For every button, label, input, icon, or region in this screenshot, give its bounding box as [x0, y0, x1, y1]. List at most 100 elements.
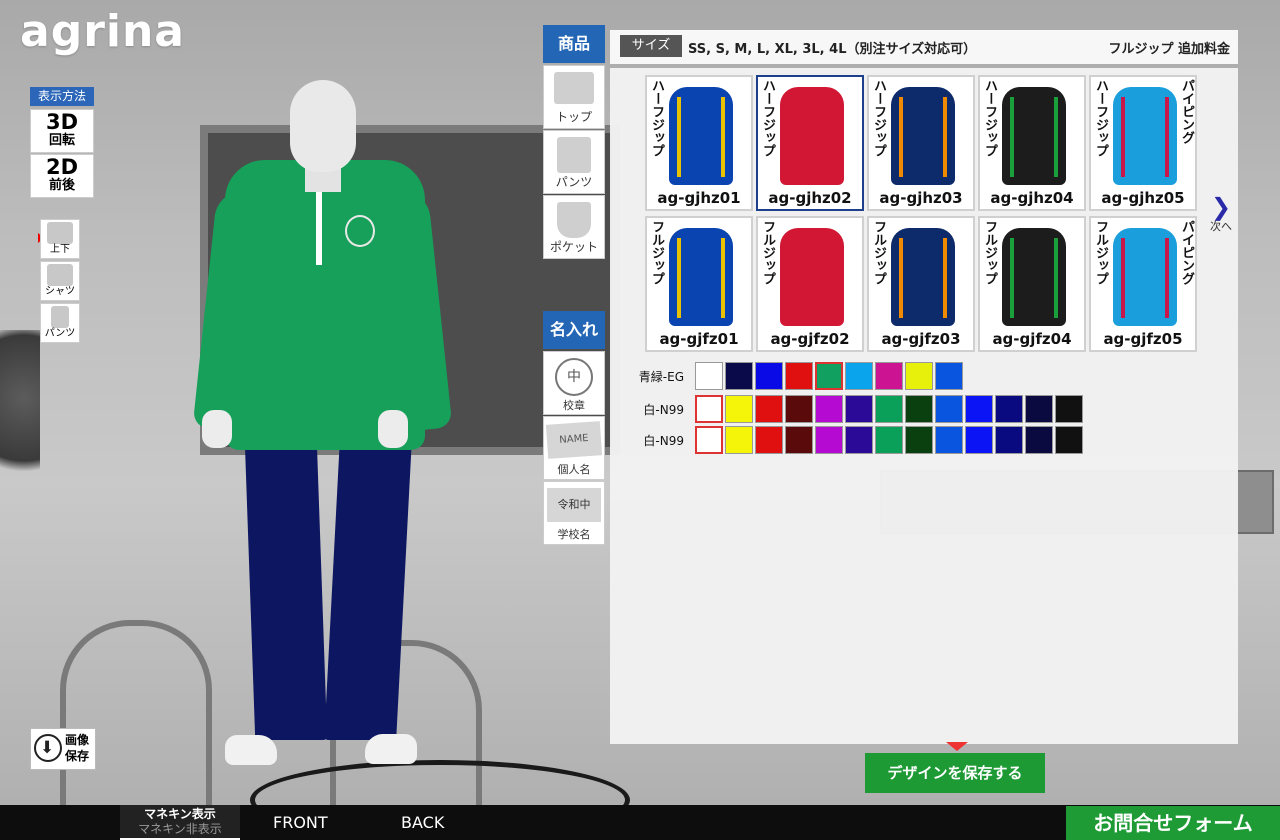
stripe — [832, 97, 836, 177]
color-swatch[interactable] — [815, 362, 843, 390]
color-swatch[interactable] — [695, 426, 723, 454]
piping-label: パイピング — [1179, 220, 1194, 285]
color-swatch[interactable] — [935, 362, 963, 390]
color-swatch[interactable] — [875, 395, 903, 423]
product-code: ag-gjhz01 — [657, 189, 741, 207]
mannequin-hide-label[interactable]: マネキン非表示 — [120, 822, 240, 836]
display-mode-heading: 表示方法 — [30, 87, 94, 106]
mannequin-3d-view[interactable] — [120, 70, 630, 840]
contact-form-button[interactable]: お問合せフォーム — [1066, 806, 1280, 840]
color-swatch[interactable] — [815, 426, 843, 454]
save-image-button[interactable]: 画像 保存 — [30, 728, 96, 770]
color-swatch[interactable] — [845, 362, 873, 390]
color-swatch[interactable] — [815, 395, 843, 423]
color-swatch[interactable] — [935, 395, 963, 423]
product-card[interactable]: ハーフジップ ag-gjhz04 — [978, 75, 1086, 211]
stripe — [677, 238, 681, 318]
view-pants-button[interactable]: パンツ — [40, 303, 80, 343]
product-card[interactable]: フルジップ ag-gjfz03 — [867, 216, 975, 352]
zip-type-label: ハーフジップ — [982, 79, 997, 157]
color-row: 白-N99 — [640, 426, 1086, 456]
color-swatch[interactable] — [1025, 426, 1053, 454]
view-top-bottom-button[interactable]: 上下 — [40, 219, 80, 259]
color-swatch[interactable] — [875, 362, 903, 390]
zip-type-label: フルジップ — [760, 220, 775, 285]
view-label: 上下 — [50, 244, 70, 255]
save-design-button[interactable]: デザインを保存する — [865, 753, 1045, 793]
color-swatch[interactable] — [965, 395, 993, 423]
zip-type-label: フルジップ — [1093, 220, 1108, 285]
mode-2d-front-back-button[interactable]: 2D 前後 — [30, 154, 94, 198]
color-swatch[interactable] — [755, 395, 783, 423]
color-swatch[interactable] — [905, 395, 933, 423]
zip-type-label: フルジップ — [871, 220, 886, 285]
product-card[interactable]: フルジップ ag-gjfz01 — [645, 216, 753, 352]
color-swatch[interactable] — [995, 426, 1023, 454]
color-swatch[interactable] — [755, 362, 783, 390]
stripe — [943, 97, 947, 177]
stripe — [677, 97, 681, 177]
product-pocket-button[interactable]: ポケット — [543, 195, 605, 259]
product-card[interactable]: ハーフジップ パイピング ag-gjhz05 — [1089, 75, 1197, 211]
mode-3d-label: 3D — [45, 110, 79, 134]
color-swatch[interactable] — [875, 426, 903, 454]
product-card[interactable]: ハーフジップ ag-gjhz03 — [867, 75, 975, 211]
product-card[interactable]: ハーフジップ ag-gjhz02 — [756, 75, 864, 211]
color-swatch[interactable] — [725, 395, 753, 423]
stripe — [721, 238, 725, 318]
stripe — [1054, 238, 1058, 318]
color-swatch[interactable] — [695, 362, 723, 390]
stripe — [788, 238, 792, 318]
next-page-button[interactable]: ❯ 次へ — [1204, 193, 1238, 236]
color-swatch[interactable] — [785, 362, 813, 390]
product-card[interactable]: ハーフジップ ag-gjhz01 — [645, 75, 753, 211]
top-icon — [554, 72, 594, 104]
color-swatch[interactable] — [845, 426, 873, 454]
jacket-thumbnail — [1113, 87, 1177, 185]
view-shirt-button[interactable]: シャツ — [40, 261, 80, 301]
color-swatch[interactable] — [725, 426, 753, 454]
color-swatch[interactable] — [1055, 395, 1083, 423]
stripe — [943, 238, 947, 318]
color-swatch[interactable] — [995, 395, 1023, 423]
personal-name-button[interactable]: NAME 個人名 — [543, 416, 605, 480]
front-view-button[interactable]: FRONT — [273, 805, 328, 840]
zip-type-label: フルジップ — [649, 220, 664, 285]
stripe — [721, 97, 725, 177]
school-name-button[interactable]: 令和中 学校名 — [543, 481, 605, 545]
jacket-thumbnail — [891, 87, 955, 185]
color-swatch[interactable] — [935, 426, 963, 454]
mannequin-show-label[interactable]: マネキン表示 — [120, 807, 240, 822]
color-swatch[interactable] — [905, 426, 933, 454]
product-code: ag-gjfz01 — [659, 330, 739, 348]
pointer-icon — [946, 742, 968, 751]
school-emblem-button[interactable]: 中 校章 — [543, 351, 605, 415]
color-swatch[interactable] — [905, 362, 933, 390]
chevron-right-icon: ❯ — [1210, 193, 1232, 221]
color-swatch[interactable] — [755, 426, 783, 454]
product-top-button[interactable]: トップ — [543, 65, 605, 129]
color-swatch[interactable] — [965, 426, 993, 454]
color-swatch[interactable] — [785, 395, 813, 423]
mode-3d-rotate-button[interactable]: 3D 回転 — [30, 109, 94, 153]
product-card[interactable]: フルジップ パイピング ag-gjfz05 — [1089, 216, 1197, 352]
product-card[interactable]: フルジップ ag-gjfz02 — [756, 216, 864, 352]
product-label: トップ — [555, 110, 592, 124]
color-swatch[interactable] — [785, 426, 813, 454]
product-pants-button[interactable]: パンツ — [543, 130, 605, 194]
stripe — [899, 238, 903, 318]
color-row-label: 白-N99 — [643, 434, 684, 448]
color-swatch[interactable] — [1055, 426, 1083, 454]
color-swatch[interactable] — [1025, 395, 1053, 423]
color-swatch[interactable] — [725, 362, 753, 390]
color-swatch[interactable] — [695, 395, 723, 423]
emblem-print — [345, 215, 375, 247]
mannequin-head — [290, 80, 356, 172]
back-view-button[interactable]: BACK — [401, 805, 444, 840]
zip-type-label: ハーフジップ — [871, 79, 886, 157]
download-icon — [34, 734, 62, 762]
mannequin-toggle[interactable]: マネキン表示 マネキン非表示 — [120, 805, 240, 840]
jacket-thumbnail — [1002, 87, 1066, 185]
color-swatch[interactable] — [845, 395, 873, 423]
product-card[interactable]: フルジップ ag-gjfz04 — [978, 216, 1086, 352]
